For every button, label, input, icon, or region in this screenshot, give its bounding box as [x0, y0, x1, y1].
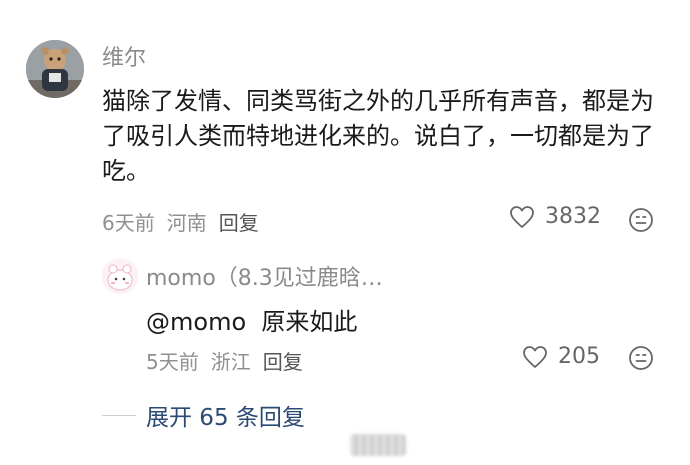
- reply-meta: 5天前 浙江 回复: [146, 346, 315, 375]
- comment-text: 猫除了发情、同类骂街之外的几乎所有声音，都是为了吸引人类而特地进化来的。说白了，…: [102, 87, 654, 185]
- reply-avatar-image: [102, 258, 138, 294]
- avatar[interactable]: [26, 40, 84, 98]
- like-button[interactable]: 3832: [509, 204, 601, 229]
- reply-body: 原来如此: [261, 308, 358, 336]
- reply-mention[interactable]: @momo: [146, 308, 246, 336]
- reply-like-count: 205: [558, 344, 600, 369]
- reply-text: @momo 原来如此: [146, 302, 357, 337]
- reply-time: 5天前: [146, 350, 199, 374]
- reply-reply-button[interactable]: 回复: [263, 350, 303, 374]
- heart-outline-icon: [523, 345, 547, 368]
- comment-meta: 6天前 河南 回复: [102, 207, 271, 236]
- avatar-image: [26, 40, 84, 98]
- reply-button[interactable]: 回复: [219, 211, 259, 235]
- comment-username[interactable]: 维尔: [102, 40, 146, 72]
- expand-divider: [102, 414, 136, 416]
- reply-location: 浙江: [210, 350, 251, 374]
- watermark: [350, 434, 406, 456]
- reply-username[interactable]: momo（8.3见过鹿晗…: [146, 260, 383, 292]
- expand-replies[interactable]: 展开 65 条回复: [102, 398, 305, 432]
- comment-location: 河南: [166, 211, 207, 235]
- expand-replies-label[interactable]: 展开 65 条回复: [146, 398, 305, 432]
- reply-avatar[interactable]: [102, 258, 138, 294]
- smiley-face-icon[interactable]: [628, 207, 654, 233]
- heart-outline-icon: [510, 205, 534, 228]
- smiley-face-icon[interactable]: [628, 345, 654, 371]
- like-count: 3832: [545, 204, 601, 229]
- reply-like-button[interactable]: 205: [522, 344, 600, 369]
- comment-time: 6天前: [102, 211, 155, 235]
